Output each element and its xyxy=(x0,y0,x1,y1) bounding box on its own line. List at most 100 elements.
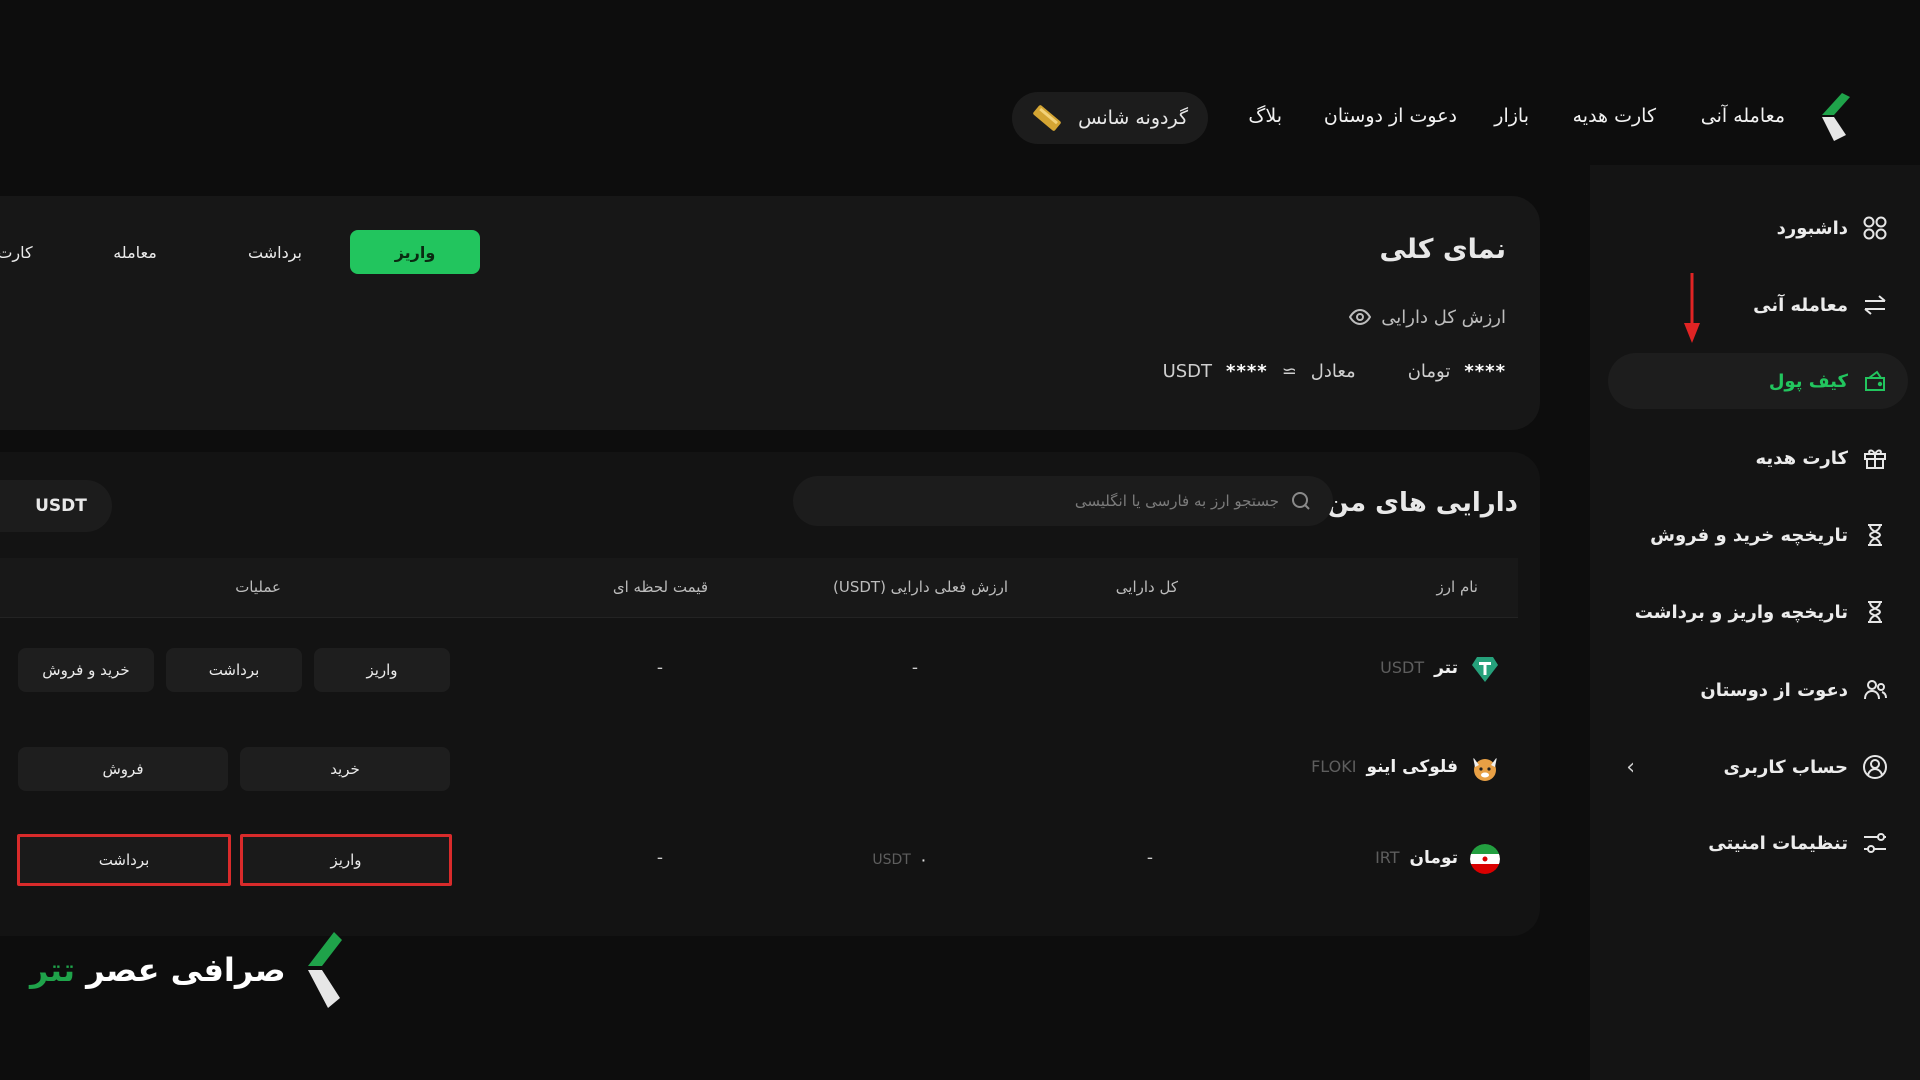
current-value: ۰ USDT xyxy=(872,850,928,870)
col-live-price: قیمت لحظه ای xyxy=(612,578,708,596)
total-asset-values: **** تومان معادل ≃ **** USDT xyxy=(1163,361,1506,382)
nav-market[interactable]: بازار xyxy=(1494,105,1529,127)
table-row-floki: فلوکی اینو FLOKI خرید فروش xyxy=(0,723,1518,813)
sidebar-item-label: معامله آنی xyxy=(1753,294,1848,316)
live-price: - xyxy=(656,848,663,868)
col-total-asset: کل دارایی xyxy=(1115,578,1178,596)
toman-hidden-value: **** xyxy=(1464,361,1506,382)
sidebar-item-trade-history[interactable]: تاریخچه خرید و فروش xyxy=(1650,512,1888,558)
toman-unit: تومان xyxy=(1407,361,1451,382)
lucky-wheel-button[interactable]: گردونه شانس xyxy=(1012,92,1208,144)
wallet-icon xyxy=(1865,370,1885,391)
sliders-icon xyxy=(1864,833,1886,853)
top-navbar: معامله آنی کارت هدیه بازار دعوت از دوستا… xyxy=(0,85,1920,149)
current-value: - xyxy=(911,658,918,678)
swap-icon xyxy=(1864,295,1886,315)
user-icon xyxy=(1863,755,1887,779)
search-input[interactable]: جستجو ارز به فارسی یا انگلیسی xyxy=(793,476,1333,526)
col-coin-name: نام ارز xyxy=(1436,578,1478,596)
sidebar-item-label: تاریخچه خرید و فروش xyxy=(1650,524,1848,546)
table-row-irt: تومان IRT - ۰ USDT - واریز برداشت xyxy=(0,812,1518,902)
hourglass-icon xyxy=(1868,601,1882,623)
col-operations: عملیات xyxy=(235,578,281,596)
deposit-button[interactable]: واریز xyxy=(314,648,450,692)
current-value-unit: USDT xyxy=(872,852,911,868)
equivalent-label: معادل xyxy=(1310,361,1356,382)
search-placeholder: جستجو ارز به فارسی یا انگلیسی xyxy=(1074,492,1279,510)
sidebar-item-wallet[interactable]: کیف پول xyxy=(1769,358,1888,404)
coin-cell: تتر USDT xyxy=(1380,658,1458,678)
col-current-value: ارزش فعلی دارایی (USDT) xyxy=(832,578,1008,596)
deposit-button[interactable]: واریز xyxy=(240,834,452,886)
sidebar-item-transfer-history[interactable]: تاریخچه واریز و برداشت xyxy=(1635,589,1888,635)
coin-symbol: FLOKI xyxy=(1311,757,1357,776)
live-price: - xyxy=(656,658,663,678)
nav-gift-card[interactable]: کارت هدیه xyxy=(1573,105,1656,127)
trade-button[interactable]: معامله xyxy=(70,230,200,274)
total-asset-label: ارزش کل دارایی xyxy=(1381,306,1506,328)
sidebar-item-label: دعوت از دوستان xyxy=(1700,679,1848,701)
coin-name: تومان xyxy=(1409,848,1458,868)
overview-card: نمای کلی ارزش کل دارایی **** تومان معادل… xyxy=(0,196,1540,430)
overview-title: نمای کلی xyxy=(1379,234,1506,265)
sidebar-item-instant-trade[interactable]: معامله آنی xyxy=(1753,282,1888,328)
coin-cell: فلوکی اینو FLOKI xyxy=(1311,757,1458,777)
brand-name-part2: تتر xyxy=(30,951,75,989)
sidebar-item-invite-friends[interactable]: دعوت از دوستان xyxy=(1700,667,1888,713)
sell-button[interactable]: فروش xyxy=(18,747,228,791)
coin-symbol: IRT xyxy=(1375,848,1400,867)
deposit-button[interactable]: واریز xyxy=(350,230,480,274)
sidebar-item-gift-card[interactable]: کارت هدیه xyxy=(1756,435,1889,481)
eye-icon[interactable] xyxy=(1349,306,1372,328)
coin-cell: تومان IRT xyxy=(1375,848,1458,868)
sidebar-item-label: تنظیمات امنیتی xyxy=(1708,832,1848,854)
nav-invite-friends[interactable]: دعوت از دوستان xyxy=(1324,105,1457,127)
coin-name: تتر xyxy=(1434,658,1458,678)
currency-toggle-usdt[interactable]: USDT xyxy=(0,480,112,532)
lucky-wheel-label: گردونه شانس xyxy=(1078,107,1188,129)
current-value-number: ۰ xyxy=(918,850,928,870)
iran-flag-icon xyxy=(1470,844,1500,874)
withdraw-button[interactable]: برداشت xyxy=(210,230,340,274)
assets-table-header: نام ارز کل دارایی ارزش فعلی دارایی (USDT… xyxy=(0,558,1518,618)
sidebar-item-security[interactable]: تنظیمات امنیتی xyxy=(1708,820,1888,866)
gift-icon xyxy=(1864,449,1886,469)
tether-icon xyxy=(1472,657,1498,682)
my-assets-card: دارایی های من جستجو ارز به فارسی یا انگل… xyxy=(0,452,1540,936)
users-icon xyxy=(1864,680,1887,700)
sidebar-item-label: کارت هدیه xyxy=(1755,447,1849,469)
floki-icon xyxy=(1473,757,1497,781)
usdt-hidden-value: **** xyxy=(1226,361,1268,382)
coin-name: فلوکی اینو xyxy=(1366,757,1458,777)
buy-sell-button[interactable]: خرید و فروش xyxy=(18,648,154,692)
sidebar: داشبورد معامله آنی کیف پول کارت هدیه تار… xyxy=(1590,165,1920,1080)
brand-name-part1: صرافی عصر xyxy=(86,951,286,989)
red-arrow-annotation xyxy=(1684,273,1700,343)
sidebar-item-label: داشبورد xyxy=(1776,217,1848,239)
total-asset-label-row: ارزش کل دارایی xyxy=(1349,306,1506,328)
chevron-left-icon[interactable]: ‹ xyxy=(1626,755,1635,780)
card-button[interactable]: کارت xyxy=(0,230,33,274)
withdraw-button[interactable]: برداشت xyxy=(166,648,302,692)
sidebar-item-label: حساب کاربری xyxy=(1723,756,1848,778)
buy-button[interactable]: خرید xyxy=(240,747,450,791)
dashboard-icon xyxy=(1863,216,1887,240)
brand-logo[interactable] xyxy=(1812,91,1860,145)
brand-name: صرافی عصر تتر xyxy=(30,951,286,989)
coin-symbol: USDT xyxy=(1380,658,1425,677)
nav-instant-trade[interactable]: معامله آنی xyxy=(1701,105,1785,127)
total-asset: - xyxy=(1146,848,1153,868)
sidebar-item-label: کیف پول xyxy=(1768,370,1848,392)
sidebar-item-account[interactable]: حساب کاربری xyxy=(1724,744,1888,790)
sidebar-item-dashboard[interactable]: داشبورد xyxy=(1777,205,1888,251)
approx-sign: ≃ xyxy=(1281,361,1297,382)
withdraw-button[interactable]: برداشت xyxy=(17,834,231,886)
nav-blog[interactable]: بلاگ xyxy=(1248,105,1282,127)
table-row-usdt: تتر USDT - - واریز برداشت خرید و فروش xyxy=(0,624,1518,714)
search-icon xyxy=(1292,492,1310,510)
brand-logo-icon xyxy=(307,932,342,1008)
hourglass-icon xyxy=(1868,524,1882,546)
my-assets-title: دارایی های من xyxy=(1326,488,1518,518)
brand-watermark: صرافی عصر تتر xyxy=(30,930,344,1010)
gold-bar-icon xyxy=(1033,105,1061,131)
